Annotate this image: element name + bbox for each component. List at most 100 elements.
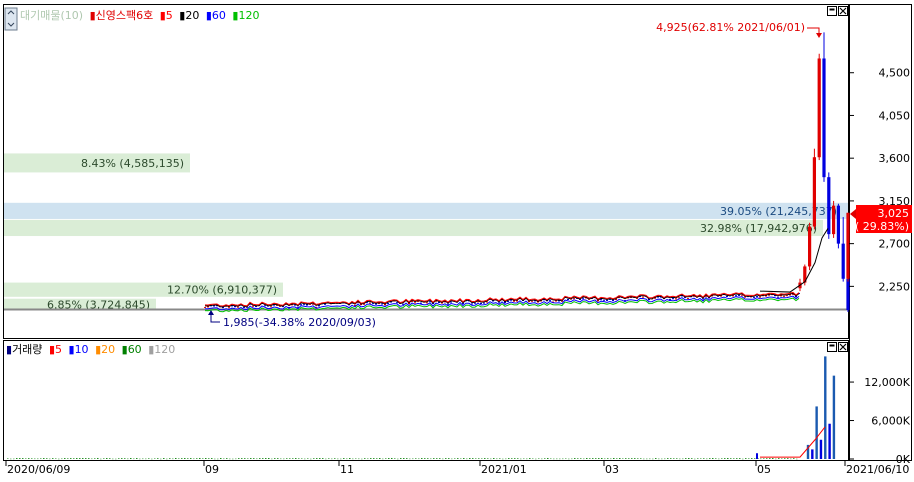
history-volume-bar bbox=[364, 458, 366, 459]
history-volume-bar bbox=[709, 458, 711, 459]
history-volume-bar bbox=[385, 458, 387, 459]
history-volume-bar bbox=[241, 458, 243, 459]
history-volume-bar bbox=[19, 458, 21, 459]
history-volume-bar bbox=[55, 458, 57, 459]
history-volume-bar bbox=[139, 458, 141, 460]
history-volume-bar bbox=[331, 458, 333, 460]
history-volume-bar bbox=[76, 458, 78, 459]
history-volume-bar bbox=[466, 458, 468, 460]
history-candle bbox=[426, 302, 428, 304]
history-volume-bar bbox=[37, 458, 39, 460]
history-volume-bar bbox=[616, 458, 618, 459]
history-candle bbox=[213, 305, 215, 307]
history-volume-bar bbox=[625, 458, 627, 459]
history-volume-bar bbox=[58, 458, 60, 460]
history-volume-bar bbox=[22, 458, 24, 459]
history-volume-bar bbox=[163, 458, 165, 459]
history-volume-bar bbox=[49, 458, 51, 460]
history-volume-bar bbox=[64, 458, 66, 459]
volume-bar bbox=[824, 356, 827, 459]
history-candle bbox=[387, 303, 389, 305]
low-annotation-label: 1,985(-34.38% 2020/09/03) bbox=[223, 316, 376, 329]
history-volume-bar bbox=[793, 458, 795, 459]
history-volume-bar bbox=[697, 458, 699, 459]
history-volume-bar bbox=[226, 458, 228, 459]
candle-body bbox=[846, 212, 850, 279]
history-volume-bar bbox=[184, 458, 186, 459]
history-volume-bar bbox=[379, 458, 381, 459]
history-volume-bar bbox=[316, 458, 318, 459]
history-volume-bar bbox=[637, 458, 639, 459]
history-volume-bar bbox=[46, 458, 48, 459]
history-candle bbox=[396, 302, 398, 304]
history-volume-bar bbox=[289, 458, 291, 459]
ma-label-3: 120 bbox=[238, 9, 259, 22]
history-candle bbox=[549, 299, 551, 301]
history-volume-bar bbox=[253, 458, 255, 459]
history-candle bbox=[726, 295, 728, 297]
history-volume-bar bbox=[760, 458, 762, 460]
history-volume-bar bbox=[778, 458, 780, 459]
history-volume-bar bbox=[445, 458, 447, 459]
maximize-price-panel-button[interactable] bbox=[827, 6, 837, 16]
volume-profile-label: 8.43% (4,585,135) bbox=[81, 157, 184, 170]
history-volume-bar bbox=[277, 458, 279, 459]
history-volume-bar bbox=[100, 458, 102, 460]
history-volume-bar bbox=[208, 458, 210, 459]
history-volume-bar bbox=[490, 458, 492, 460]
history-volume-bar bbox=[403, 458, 405, 459]
history-volume-bar bbox=[652, 458, 654, 460]
volume-bar bbox=[756, 453, 758, 459]
history-candle bbox=[753, 297, 755, 299]
volume-title: 거래량 bbox=[12, 343, 42, 356]
history-volume-bar bbox=[514, 458, 516, 459]
history-volume-bar bbox=[526, 458, 528, 460]
maximize-volume-panel-button[interactable] bbox=[827, 342, 837, 352]
history-volume-bar bbox=[787, 458, 789, 459]
history-candle bbox=[669, 298, 671, 300]
vol-ma-label-0: 5 bbox=[55, 343, 62, 356]
history-candle bbox=[447, 303, 449, 305]
history-volume-bar bbox=[661, 458, 663, 460]
history-volume-bar bbox=[148, 458, 150, 459]
history-candle bbox=[759, 296, 761, 298]
history-volume-bar bbox=[790, 458, 792, 460]
history-volume-bar bbox=[742, 458, 744, 460]
history-volume-bar bbox=[499, 458, 501, 459]
history-volume-bar bbox=[397, 458, 399, 460]
history-volume-bar bbox=[469, 458, 471, 459]
history-volume-bar bbox=[328, 458, 330, 459]
x-tick-label: 05 bbox=[757, 463, 771, 476]
history-volume-bar bbox=[124, 458, 126, 459]
history-volume-bar bbox=[772, 458, 774, 459]
history-volume-bar bbox=[655, 458, 657, 459]
price-tick-label: 4,050 bbox=[879, 109, 911, 122]
history-candle bbox=[369, 302, 371, 304]
history-volume-bar bbox=[106, 458, 108, 459]
history-volume-bar bbox=[463, 458, 465, 459]
candle-body bbox=[817, 58, 821, 158]
history-volume-bar bbox=[10, 458, 12, 460]
x-tick-label: 09 bbox=[205, 463, 219, 476]
history-volume-bar bbox=[298, 458, 300, 459]
history-volume-bar bbox=[658, 458, 660, 460]
history-volume-bar bbox=[346, 458, 348, 460]
history-volume-bar bbox=[493, 458, 495, 459]
history-candle bbox=[414, 302, 416, 304]
ma-label-2: 60 bbox=[212, 9, 226, 22]
history-volume-bar bbox=[409, 458, 411, 460]
history-volume-bar bbox=[676, 458, 678, 459]
history-volume-bar bbox=[166, 458, 168, 460]
history-volume-bar bbox=[193, 458, 195, 460]
history-volume-bar bbox=[607, 458, 609, 459]
history-volume-bar bbox=[142, 458, 144, 460]
history-volume-bar bbox=[739, 458, 741, 459]
candle-body bbox=[841, 243, 845, 279]
history-volume-bar bbox=[334, 458, 336, 459]
candle-body bbox=[827, 177, 831, 235]
history-volume-bar bbox=[730, 458, 732, 459]
stock-name: 신영스팩6호 bbox=[96, 9, 154, 22]
history-volume-bar bbox=[97, 457, 99, 459]
history-volume-bar bbox=[349, 458, 351, 459]
volume-panel bbox=[3, 340, 849, 461]
